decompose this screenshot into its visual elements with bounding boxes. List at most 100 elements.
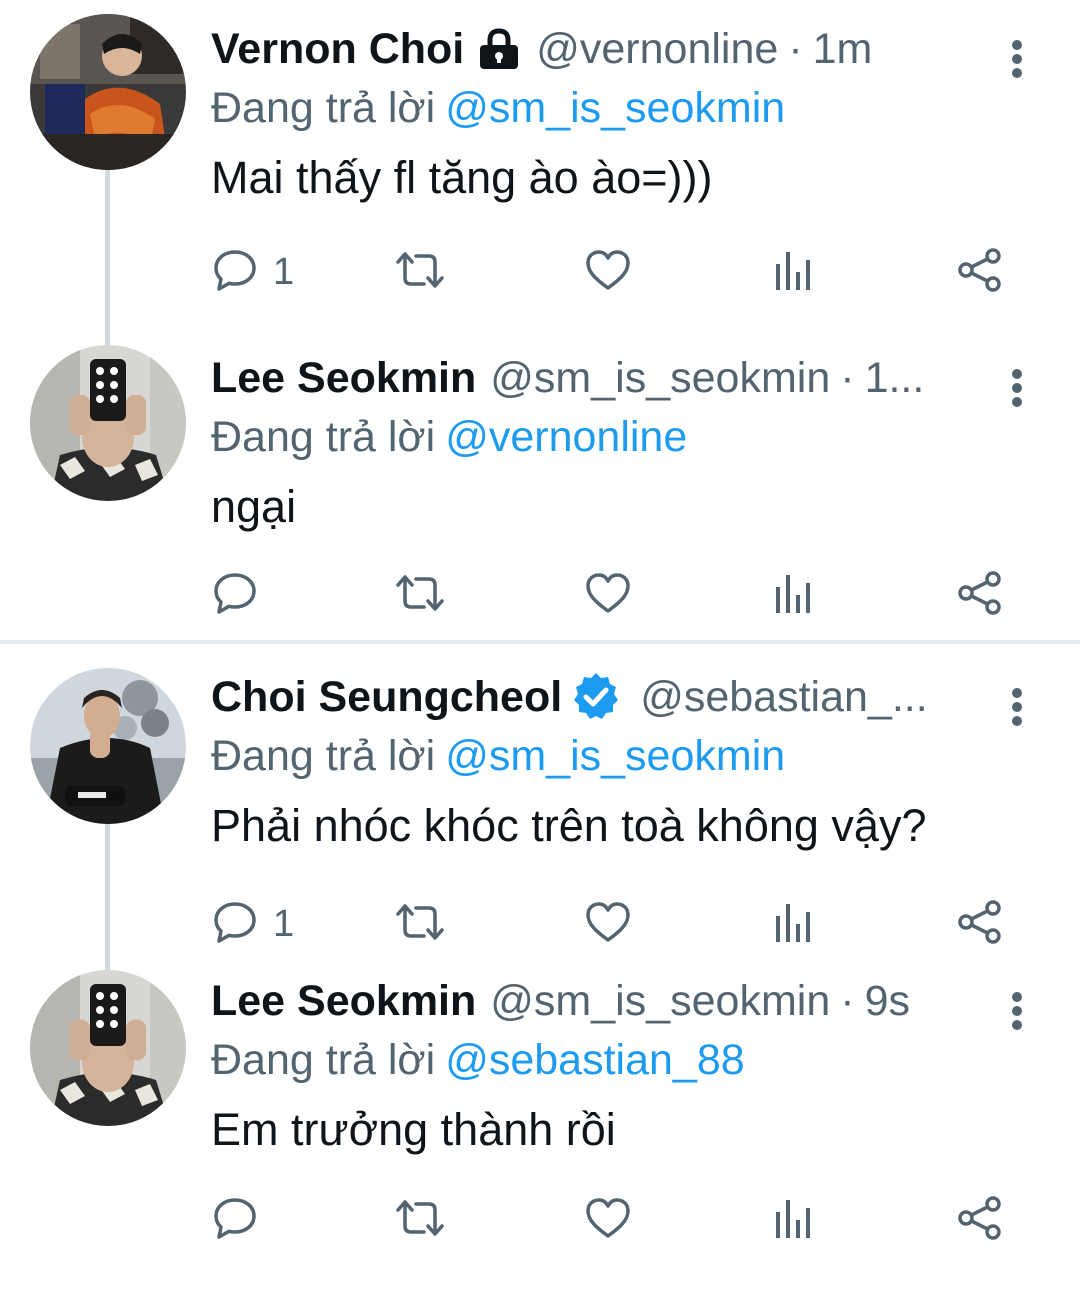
lock-icon xyxy=(476,28,522,70)
replying-to-label: Đang trả lời xyxy=(211,84,436,132)
more-options-button[interactable] xyxy=(1002,357,1032,419)
share-button[interactable] xyxy=(956,567,1004,623)
tweet-content: Choi Seungcheol @sebastian_... Đang trả … xyxy=(211,666,984,856)
heart-icon xyxy=(584,898,632,951)
tweet-content: Vernon Choi @vernonline · 1m Đang trả lờ… xyxy=(211,18,984,208)
author-handle[interactable]: @sebastian_... xyxy=(640,666,927,728)
author-handle[interactable]: @vernonline xyxy=(536,18,778,80)
stats-button[interactable] xyxy=(773,1192,813,1248)
like-button[interactable] xyxy=(584,567,632,623)
avatar[interactable] xyxy=(30,970,186,1126)
thread-1: Vernon Choi @vernonline · 1m Đang trả lờ… xyxy=(0,0,1080,640)
replying-to-label: Đang trả lời xyxy=(211,732,436,780)
stats-button[interactable] xyxy=(773,896,813,952)
author-handle[interactable]: @sm_is_seokmin xyxy=(490,970,830,1032)
tweet-content: Lee Seokmin @sm_is_seokmin · 9s Đang trả… xyxy=(211,970,984,1160)
heart-icon xyxy=(584,1194,632,1247)
retweet-icon xyxy=(394,1194,446,1247)
retweet-button[interactable] xyxy=(394,244,446,300)
avatar[interactable] xyxy=(30,668,186,824)
like-button[interactable] xyxy=(584,244,632,300)
tweet-header: Lee Seokmin @sm_is_seokmin · 1... xyxy=(211,347,984,409)
more-options-button[interactable] xyxy=(1002,28,1032,90)
more-options-button[interactable] xyxy=(1002,980,1032,1042)
reply-button[interactable]: 1 xyxy=(211,244,294,300)
retweet-button[interactable] xyxy=(394,896,446,952)
analytics-icon xyxy=(773,569,813,622)
replying-to-link[interactable]: @sm_is_seokmin xyxy=(445,84,785,132)
avatar[interactable] xyxy=(30,345,186,501)
reply-button[interactable] xyxy=(211,567,273,623)
tweet-content: Lee Seokmin @sm_is_seokmin · 1... Đang t… xyxy=(211,347,984,537)
heart-icon xyxy=(584,569,632,622)
replying-to: Đang trả lời @vernonline xyxy=(211,409,984,465)
author-name[interactable]: Choi Seungcheol xyxy=(211,666,562,728)
more-vertical-icon xyxy=(1012,369,1022,407)
reply-icon xyxy=(211,898,259,951)
stats-button[interactable] xyxy=(773,244,813,300)
tweet-actions xyxy=(211,1192,1010,1248)
author-name[interactable]: Vernon Choi xyxy=(211,18,464,80)
retweet-icon xyxy=(394,246,446,299)
verified-icon xyxy=(570,671,622,723)
like-button[interactable] xyxy=(584,1192,632,1248)
timestamp[interactable]: 1... xyxy=(865,347,925,409)
separator-dot: · xyxy=(840,354,855,402)
replying-to-link[interactable]: @sebastian_88 xyxy=(445,1036,744,1084)
retweet-button[interactable] xyxy=(394,567,446,623)
reply-icon xyxy=(211,246,259,299)
timestamp[interactable]: 9s xyxy=(865,970,910,1032)
reply-button[interactable]: 1 xyxy=(211,896,294,952)
replying-to: Đang trả lời @sm_is_seokmin xyxy=(211,80,984,136)
share-button[interactable] xyxy=(956,1192,1004,1248)
tweet-text: ngại xyxy=(211,481,297,532)
separator-dot: · xyxy=(788,25,803,73)
tweet[interactable]: Lee Seokmin @sm_is_seokmin · 9s Đang trả… xyxy=(0,970,1080,1290)
tweet-header: Choi Seungcheol @sebastian_... xyxy=(211,666,984,728)
tweet-text: Phải nhóc khóc trên toà không vậy? xyxy=(211,800,927,851)
avatar[interactable] xyxy=(30,14,186,170)
like-button[interactable] xyxy=(584,896,632,952)
share-button[interactable] xyxy=(956,896,1004,952)
stats-button[interactable] xyxy=(773,567,813,623)
share-icon xyxy=(956,246,1004,299)
tweet[interactable]: Lee Seokmin @sm_is_seokmin · 1... Đang t… xyxy=(0,325,1080,640)
tweet[interactable]: Vernon Choi @vernonline · 1m Đang trả lờ… xyxy=(0,0,1080,325)
retweet-icon xyxy=(394,569,446,622)
author-name[interactable]: Lee Seokmin xyxy=(211,347,476,409)
more-options-button[interactable] xyxy=(1002,676,1032,738)
tweet-text: Mai thấy fl tăng ào ào=))) xyxy=(211,152,713,203)
replying-to-label: Đang trả lời xyxy=(211,413,436,461)
replying-to: Đang trả lời @sm_is_seokmin xyxy=(211,728,984,784)
timestamp[interactable]: 1m xyxy=(813,18,873,80)
more-vertical-icon xyxy=(1012,40,1022,78)
reply-button[interactable] xyxy=(211,1192,273,1248)
tweet-actions: 1 xyxy=(211,896,1010,952)
tweet-actions: 1 xyxy=(211,244,1010,300)
share-button[interactable] xyxy=(956,244,1004,300)
more-vertical-icon xyxy=(1012,688,1022,726)
analytics-icon xyxy=(773,898,813,951)
replying-to-link[interactable]: @sm_is_seokmin xyxy=(445,732,785,780)
analytics-icon xyxy=(773,246,813,299)
reply-icon xyxy=(211,1194,259,1247)
tweet[interactable]: Choi Seungcheol @sebastian_... Đang trả … xyxy=(0,644,1080,974)
tweet-header: Lee Seokmin @sm_is_seokmin · 9s xyxy=(211,970,984,1032)
reply-count: 1 xyxy=(273,250,295,293)
analytics-icon xyxy=(773,1194,813,1247)
tweet-actions xyxy=(211,567,1010,623)
replying-to-label: Đang trả lời xyxy=(211,1036,436,1084)
tweet-text: Em trưởng thành rồi xyxy=(211,1104,616,1155)
tweet-header: Vernon Choi @vernonline · 1m xyxy=(211,18,984,80)
retweet-icon xyxy=(394,898,446,951)
reply-count: 1 xyxy=(273,902,295,945)
replying-to: Đang trả lời @sebastian_88 xyxy=(211,1032,984,1088)
separator-dot: · xyxy=(840,977,855,1025)
reply-icon xyxy=(211,569,259,622)
retweet-button[interactable] xyxy=(394,1192,446,1248)
share-icon xyxy=(956,569,1004,622)
author-handle[interactable]: @sm_is_seokmin xyxy=(490,347,830,409)
replying-to-link[interactable]: @vernonline xyxy=(445,413,687,461)
author-name[interactable]: Lee Seokmin xyxy=(211,970,476,1032)
share-icon xyxy=(956,898,1004,951)
